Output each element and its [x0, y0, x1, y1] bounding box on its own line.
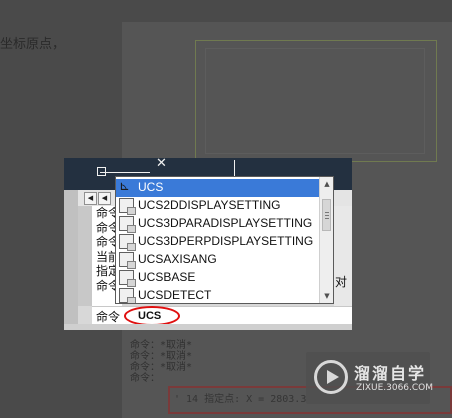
thumb-grip [325, 215, 329, 216]
system-variable-icon [119, 198, 136, 215]
ucs-axis-line [100, 172, 150, 173]
pickbox-icon [97, 167, 106, 176]
prev-tab-button[interactable]: ◀ [98, 192, 111, 205]
autocomplete-list: ⊾ UCS UCS2DDISPLAYSETTING UCS3DPARADISPL… [115, 176, 334, 304]
autocomplete-item-label: UCS [138, 180, 164, 194]
command-history-right [334, 206, 352, 306]
watermark: 溜溜自学 ZIXUE.3066.COM [306, 352, 434, 404]
background-drawing-inner-frame [205, 48, 425, 154]
play-triangle-icon [327, 370, 339, 384]
autocomplete-item-label: UCSDETECT [138, 288, 212, 302]
first-tab-button[interactable]: ◀ [84, 192, 97, 205]
autocomplete-item-ucsbase[interactable]: UCSBASE [116, 269, 319, 287]
autocomplete-item-label: UCS2DDISPLAYSETTING [138, 198, 281, 212]
scroll-down-icon[interactable]: ▼ [321, 290, 333, 302]
play-logo-icon [314, 360, 348, 394]
watermark-title: 溜溜自学 [354, 364, 427, 383]
system-variable-icon [119, 216, 136, 233]
status-bar [64, 324, 352, 330]
background-instruction-text: 坐标原点， [0, 37, 66, 52]
system-variable-icon [119, 288, 136, 303]
ucs-axis-icon: ⊾ [119, 179, 130, 194]
system-variable-icon [119, 234, 136, 251]
command-window-grip[interactable] [78, 206, 92, 306]
background-history-line: 命令：*取消* [130, 340, 193, 351]
autocomplete-item-ucsdetect[interactable]: UCSDETECT [116, 287, 319, 303]
autocomplete-item-ucsaxisang[interactable]: UCSAXISANG [116, 251, 319, 269]
thumb-grip [325, 218, 329, 219]
autocomplete-scrollbar[interactable]: ▲ ▼ [319, 177, 333, 303]
autocomplete-item-ucs[interactable]: ⊾ UCS [116, 179, 319, 197]
system-variable-icon [119, 270, 136, 287]
autocomplete-item-label: UCS3DPARADISPLAYSETTING [138, 216, 313, 230]
autocomplete-item-ucs3dperpdisplaysetting[interactable]: UCS3DPERPDISPLAYSETTING [116, 233, 319, 251]
autocomplete-item-label: UCS3DPERPDISPLAYSETTING [138, 234, 314, 248]
scroll-up-icon[interactable]: ▲ [321, 178, 333, 190]
scroll-thumb[interactable] [322, 199, 331, 231]
cross-x-icon: ✕ [156, 158, 167, 171]
highlight-oval [124, 306, 180, 326]
system-variable-icon [119, 252, 136, 269]
thumb-grip [325, 212, 329, 213]
history-right-text: 对 [335, 275, 348, 289]
autocomplete-item-label: UCSBASE [138, 270, 196, 284]
autocomplete-item-ucs3dparadisplaysetting[interactable]: UCS3DPARADISPLAYSETTING [116, 215, 319, 233]
autocomplete-item-ucs2ddisplaysetting[interactable]: UCS2DDISPLAYSETTING [116, 197, 319, 215]
command-prompt-label: 命令 [96, 310, 121, 324]
watermark-url: ZIXUE.3066.COM [356, 383, 434, 393]
left-panel-edge [64, 190, 78, 330]
autocomplete-item-label: UCSAXISANG [138, 252, 217, 266]
